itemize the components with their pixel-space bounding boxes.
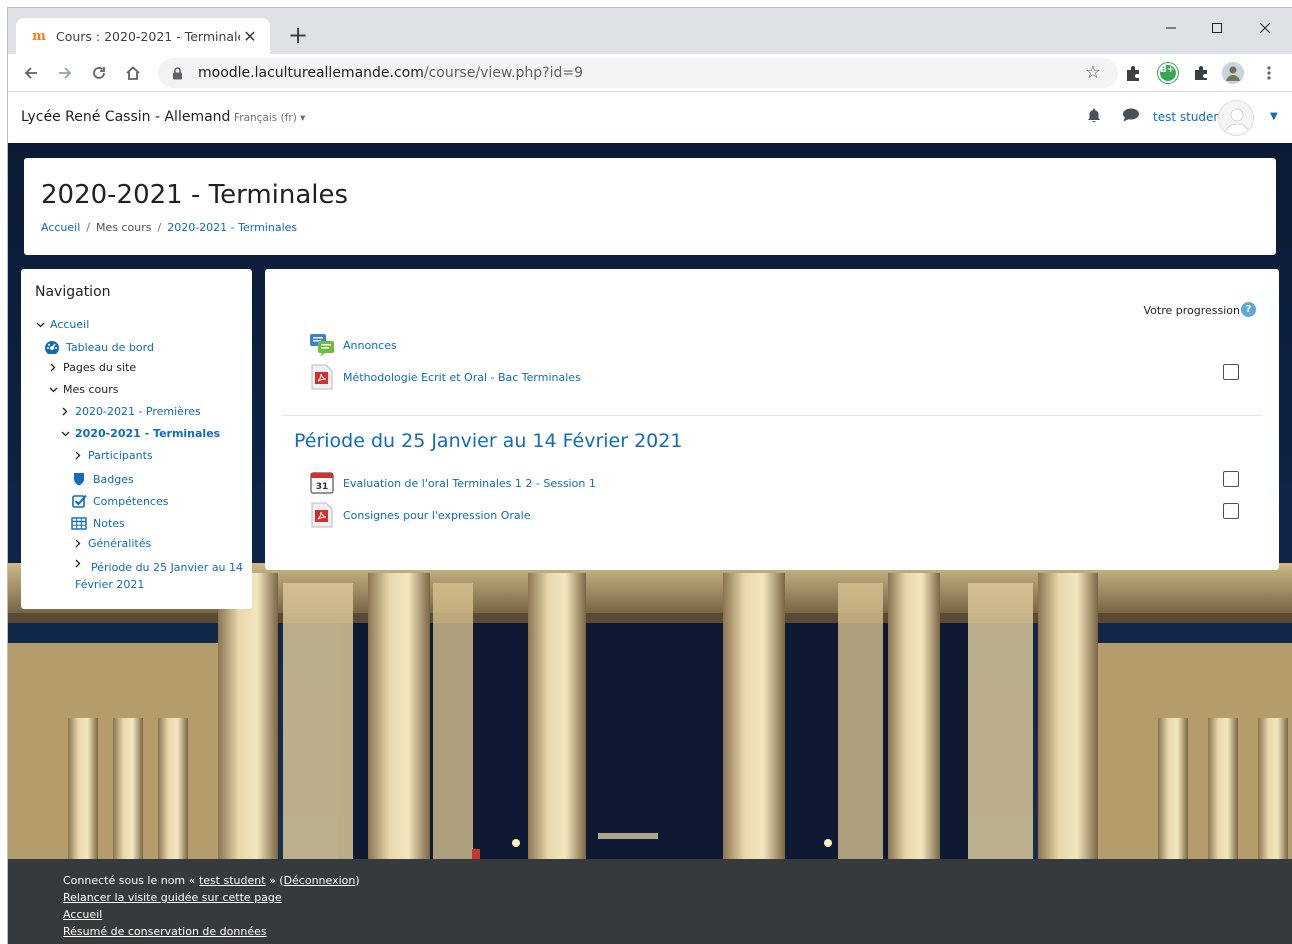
nav-item-dashboard[interactable]: Tableau de bord (44, 339, 154, 355)
completion-checkbox[interactable] (1223, 503, 1239, 519)
activity-name: Annonces (343, 338, 397, 352)
chevron-right-icon (46, 363, 60, 372)
course-title: 2020-2021 - Terminales (41, 180, 349, 210)
extension-b-plus-icon[interactable]: B+ (1157, 62, 1179, 84)
navigation-block: Navigation Accueil Tableau de bord Pages… (21, 269, 252, 609)
tab-title: Cours : 2020-2021 - Terminales (56, 28, 240, 44)
user-name[interactable]: test student (1153, 110, 1226, 124)
chevron-right-icon (58, 407, 72, 416)
chevron-down-icon (46, 387, 60, 393)
activity-forum-announcements[interactable]: Annonces (309, 332, 397, 358)
activity-pdf-methodology[interactable]: Méthodologie Ecrit et Oral - Bac Termina… (309, 364, 581, 390)
page-footer: Connecté sous le nom « test student » (D… (8, 859, 1292, 944)
nav-item-general-section[interactable]: Généralités (71, 537, 151, 550)
moodle-favicon-icon: m (32, 28, 46, 44)
close-tab-icon[interactable]: ✕ (240, 27, 260, 46)
user-avatar[interactable] (1218, 100, 1254, 136)
breadcrumb-separator: / (157, 221, 162, 234)
reload-button[interactable] (84, 58, 114, 88)
activity-calendar-oral-evaluation[interactable]: 31 Evaluation de l'oral Terminales 1 2 -… (309, 470, 596, 496)
chevron-down-icon (58, 431, 72, 437)
progress-label: Votre progression (1143, 304, 1240, 317)
home-icon (126, 66, 140, 80)
table-grid-icon (71, 515, 87, 531)
pdf-file-icon (309, 364, 335, 390)
browser-toolbar: moodle.lacultureallemande.com /course/vi… (8, 54, 1292, 92)
completion-checkbox[interactable] (1223, 364, 1239, 380)
address-bar[interactable]: moodle.lacultureallemande.com /course/vi… (158, 58, 1118, 88)
breadcrumb-separator: / (86, 221, 90, 234)
language-menu[interactable]: Français (fr) ▾ (234, 112, 305, 124)
browser-tab-active[interactable]: m Cours : 2020-2021 - Terminales ✕ (16, 18, 270, 54)
section-divider (282, 415, 1262, 416)
chevron-right-icon (71, 451, 85, 460)
footer-data-retention-link[interactable]: Résumé de conservation de données (63, 925, 267, 938)
help-question-icon[interactable]: ? (1241, 302, 1256, 317)
url-host: moodle.lacultureallemande.com (198, 65, 424, 81)
arrow-left-icon (24, 67, 37, 79)
activity-name: Consignes pour l'expression Orale (343, 508, 531, 522)
home-button[interactable] (118, 58, 148, 88)
course-content-card: Votre progression ? Annonces Méthodologi… (265, 269, 1279, 570)
messages-chat-icon[interactable] (1122, 107, 1142, 127)
forum-speech-bubbles-icon (309, 332, 335, 358)
extension-puzzle-dark-icon[interactable] (1122, 62, 1144, 84)
nav-item-badges[interactable]: Badges (71, 471, 134, 487)
nav-item-my-courses[interactable]: Mes cours (46, 383, 119, 396)
footer-logged-in-info: Connecté sous le nom « test student » (D… (63, 874, 360, 887)
close-window-button[interactable] (1242, 14, 1288, 42)
dashboard-gauge-icon (44, 339, 60, 355)
breadcrumb-course-link[interactable]: 2020-2021 - Terminales (167, 221, 297, 234)
nav-item-site-pages[interactable]: Pages du site (46, 361, 136, 374)
chrome-profile-avatar-icon[interactable] (1222, 62, 1244, 84)
breadcrumb-my-courses: Mes cours (96, 221, 152, 234)
calendar-icon: 31 (309, 470, 335, 496)
arrow-right-icon (59, 67, 72, 79)
footer-logout-link[interactable]: Déconnexion (284, 874, 356, 887)
chevron-down-icon (33, 322, 47, 328)
footer-user-link[interactable]: test student (199, 874, 266, 887)
section-title[interactable]: Période du 25 Janvier au 14 Février 2021 (294, 430, 682, 452)
calendar-day-number: 31 (316, 482, 329, 492)
chevron-right-icon (71, 539, 85, 548)
tab-strip: m Cours : 2020-2021 - Terminales ✕ + (8, 8, 1292, 54)
lock-icon (170, 66, 184, 80)
course-header-card: 2020-2021 - Terminales Accueil / Mes cou… (24, 158, 1276, 255)
moodle-navbar: Lycée René Cassin - Allemand Français (f… (8, 93, 1292, 143)
activity-pdf-oral-instructions[interactable]: Consignes pour l'expression Orale (309, 502, 530, 528)
breadcrumb: Accueil / Mes cours / 2020-2021 - Termin… (41, 221, 297, 234)
notifications-bell-icon[interactable] (1086, 107, 1106, 127)
nav-item-grades[interactable]: Notes (71, 515, 125, 531)
breadcrumb-home-link[interactable]: Accueil (41, 221, 80, 234)
extensions-puzzle-icon[interactable] (1190, 62, 1212, 84)
activity-name: Evaluation de l'oral Terminales 1 2 - Se… (343, 476, 596, 490)
url-path: /course/view.php?id=9 (423, 65, 584, 81)
minimize-window-button[interactable] (1148, 14, 1194, 42)
nav-item-home[interactable]: Accueil (33, 318, 89, 331)
checkbox-checked-icon (71, 493, 87, 509)
bookmark-star-icon[interactable]: ☆ (1080, 60, 1106, 86)
nav-item-period-section[interactable]: Période du 25 Janvier au 14 Février 2021 (75, 559, 250, 593)
nav-item-course-premieres[interactable]: 2020-2021 - Premières (58, 405, 201, 418)
shield-icon (71, 471, 87, 487)
user-menu-caret-icon[interactable]: ▼ (1270, 111, 1278, 122)
back-button[interactable] (16, 58, 46, 88)
site-name-link[interactable]: Lycée René Cassin - Allemand (21, 109, 230, 125)
reload-icon (93, 67, 105, 79)
completion-checkbox[interactable] (1223, 471, 1239, 487)
forward-button[interactable] (50, 58, 80, 88)
footer-restart-tour-link[interactable]: Relancer la visite guidée sur cette page (63, 891, 282, 904)
nav-item-course-terminales[interactable]: 2020-2021 - Terminales (58, 427, 220, 440)
footer-home-link[interactable]: Accueil (63, 908, 102, 921)
nav-item-participants[interactable]: Participants (71, 449, 153, 462)
nav-item-competencies[interactable]: Compétences (71, 493, 168, 509)
browser-window: m Cours : 2020-2021 - Terminales ✕ + moo… (8, 8, 1292, 944)
activity-name: Méthodologie Ecrit et Oral - Bac Termina… (343, 370, 581, 384)
navigation-heading: Navigation (35, 284, 111, 300)
new-tab-button[interactable]: + (284, 21, 312, 49)
chrome-menu-icon[interactable] (1258, 62, 1280, 84)
maximize-window-button[interactable] (1194, 14, 1240, 42)
pdf-file-icon (309, 502, 335, 528)
